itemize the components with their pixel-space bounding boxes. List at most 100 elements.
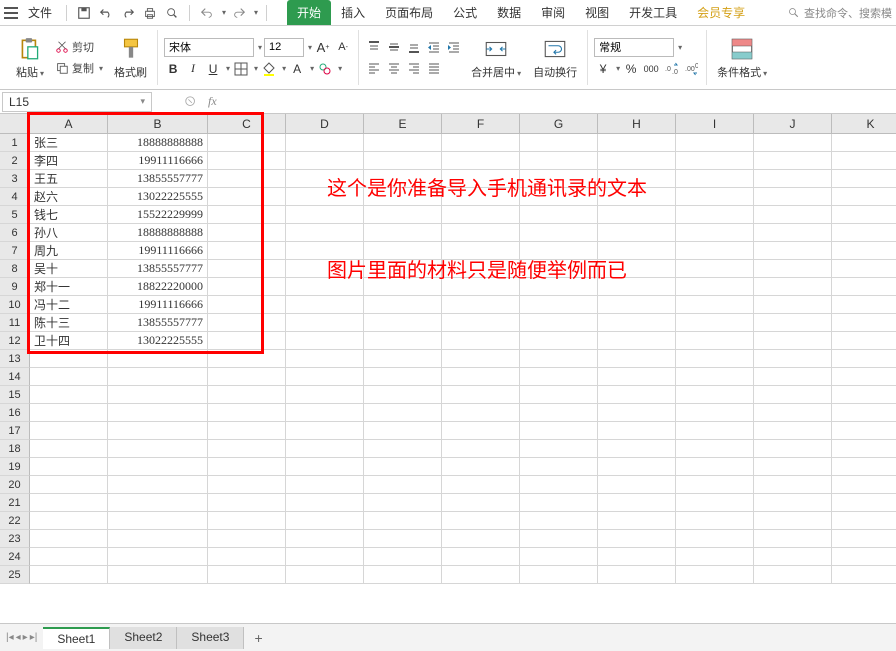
cell-J5[interactable]: [754, 206, 832, 224]
row-header-22[interactable]: 22: [0, 512, 30, 530]
underline-button[interactable]: U: [204, 60, 222, 78]
cell-A3[interactable]: 王五: [30, 170, 108, 188]
cell-C16[interactable]: [208, 404, 286, 422]
shrink-font-icon[interactable]: A-: [334, 38, 352, 56]
effects-button[interactable]: [316, 60, 334, 78]
cell-I5[interactable]: [676, 206, 754, 224]
cell-E24[interactable]: [364, 548, 442, 566]
app-menu-icon[interactable]: [4, 7, 18, 19]
cell-B25[interactable]: [108, 566, 208, 584]
cell-A2[interactable]: 李四: [30, 152, 108, 170]
cell-E14[interactable]: [364, 368, 442, 386]
cell-C5[interactable]: [208, 206, 286, 224]
cell-K16[interactable]: [832, 404, 896, 422]
cell-B3[interactable]: 13855557777: [108, 170, 208, 188]
comma-icon[interactable]: 000: [642, 60, 660, 78]
border-button[interactable]: [232, 60, 250, 78]
cell-C23[interactable]: [208, 530, 286, 548]
cell-F24[interactable]: [442, 548, 520, 566]
cell-J2[interactable]: [754, 152, 832, 170]
cell-C17[interactable]: [208, 422, 286, 440]
cell-E21[interactable]: [364, 494, 442, 512]
col-header-E[interactable]: E: [364, 114, 442, 134]
preview-icon[interactable]: [163, 4, 181, 22]
tab-开始[interactable]: 开始: [287, 0, 331, 25]
cell-C9[interactable]: [208, 278, 286, 296]
cell-G20[interactable]: [520, 476, 598, 494]
cell-F14[interactable]: [442, 368, 520, 386]
row-header-1[interactable]: 1: [0, 134, 30, 152]
cell-A15[interactable]: [30, 386, 108, 404]
cell-J14[interactable]: [754, 368, 832, 386]
cell-A6[interactable]: 孙八: [30, 224, 108, 242]
col-header-D[interactable]: D: [286, 114, 364, 134]
cell-D15[interactable]: [286, 386, 364, 404]
cell-C11[interactable]: [208, 314, 286, 332]
cell-E18[interactable]: [364, 440, 442, 458]
cell-G16[interactable]: [520, 404, 598, 422]
cell-K24[interactable]: [832, 548, 896, 566]
cancel-fx-icon[interactable]: [184, 95, 198, 109]
cell-B7[interactable]: 19911116666: [108, 242, 208, 260]
cell-E13[interactable]: [364, 350, 442, 368]
cell-F20[interactable]: [442, 476, 520, 494]
print-icon[interactable]: [141, 4, 159, 22]
cell-A17[interactable]: [30, 422, 108, 440]
cell-J22[interactable]: [754, 512, 832, 530]
row-header-5[interactable]: 5: [0, 206, 30, 224]
redo2-icon[interactable]: [230, 4, 248, 22]
cell-C19[interactable]: [208, 458, 286, 476]
cell-A9[interactable]: 郑十一: [30, 278, 108, 296]
cell-D12[interactable]: [286, 332, 364, 350]
tab-开发工具[interactable]: 开发工具: [619, 0, 687, 25]
cell-B21[interactable]: [108, 494, 208, 512]
cell-C4[interactable]: [208, 188, 286, 206]
cell-D18[interactable]: [286, 440, 364, 458]
cell-K13[interactable]: [832, 350, 896, 368]
cell-E17[interactable]: [364, 422, 442, 440]
cell-G17[interactable]: [520, 422, 598, 440]
bold-button[interactable]: B: [164, 60, 182, 78]
cell-J12[interactable]: [754, 332, 832, 350]
cell-G11[interactable]: [520, 314, 598, 332]
cell-D5[interactable]: [286, 206, 364, 224]
cell-J3[interactable]: [754, 170, 832, 188]
italic-button[interactable]: I: [184, 60, 202, 78]
cell-D14[interactable]: [286, 368, 364, 386]
select-all-corner[interactable]: [0, 114, 30, 134]
cell-D1[interactable]: [286, 134, 364, 152]
add-sheet-button[interactable]: +: [244, 630, 272, 646]
cell-G10[interactable]: [520, 296, 598, 314]
cell-B22[interactable]: [108, 512, 208, 530]
cell-E6[interactable]: [364, 224, 442, 242]
cell-H5[interactable]: [598, 206, 676, 224]
cell-C18[interactable]: [208, 440, 286, 458]
cell-I10[interactable]: [676, 296, 754, 314]
cell-A5[interactable]: 钱七: [30, 206, 108, 224]
cell-B13[interactable]: [108, 350, 208, 368]
cell-K9[interactable]: [832, 278, 896, 296]
cell-F23[interactable]: [442, 530, 520, 548]
cell-I4[interactable]: [676, 188, 754, 206]
cell-E23[interactable]: [364, 530, 442, 548]
row-header-24[interactable]: 24: [0, 548, 30, 566]
row-header-20[interactable]: 20: [0, 476, 30, 494]
row-header-21[interactable]: 21: [0, 494, 30, 512]
name-box[interactable]: L15▾: [2, 92, 152, 112]
font-color-button[interactable]: A: [288, 60, 306, 78]
cell-C10[interactable]: [208, 296, 286, 314]
cell-B23[interactable]: [108, 530, 208, 548]
spreadsheet-grid[interactable]: ABCDEFGHIJK 1234567891011121314151617181…: [0, 114, 896, 634]
cell-C15[interactable]: [208, 386, 286, 404]
cell-B18[interactable]: [108, 440, 208, 458]
cell-J7[interactable]: [754, 242, 832, 260]
tab-公式[interactable]: 公式: [443, 0, 487, 25]
row-header-11[interactable]: 11: [0, 314, 30, 332]
row-header-14[interactable]: 14: [0, 368, 30, 386]
cell-H18[interactable]: [598, 440, 676, 458]
cell-J13[interactable]: [754, 350, 832, 368]
cell-G21[interactable]: [520, 494, 598, 512]
file-menu[interactable]: 文件: [28, 4, 52, 21]
align-middle-icon[interactable]: [385, 38, 403, 56]
paste-button[interactable]: 粘贴▾: [12, 34, 48, 82]
